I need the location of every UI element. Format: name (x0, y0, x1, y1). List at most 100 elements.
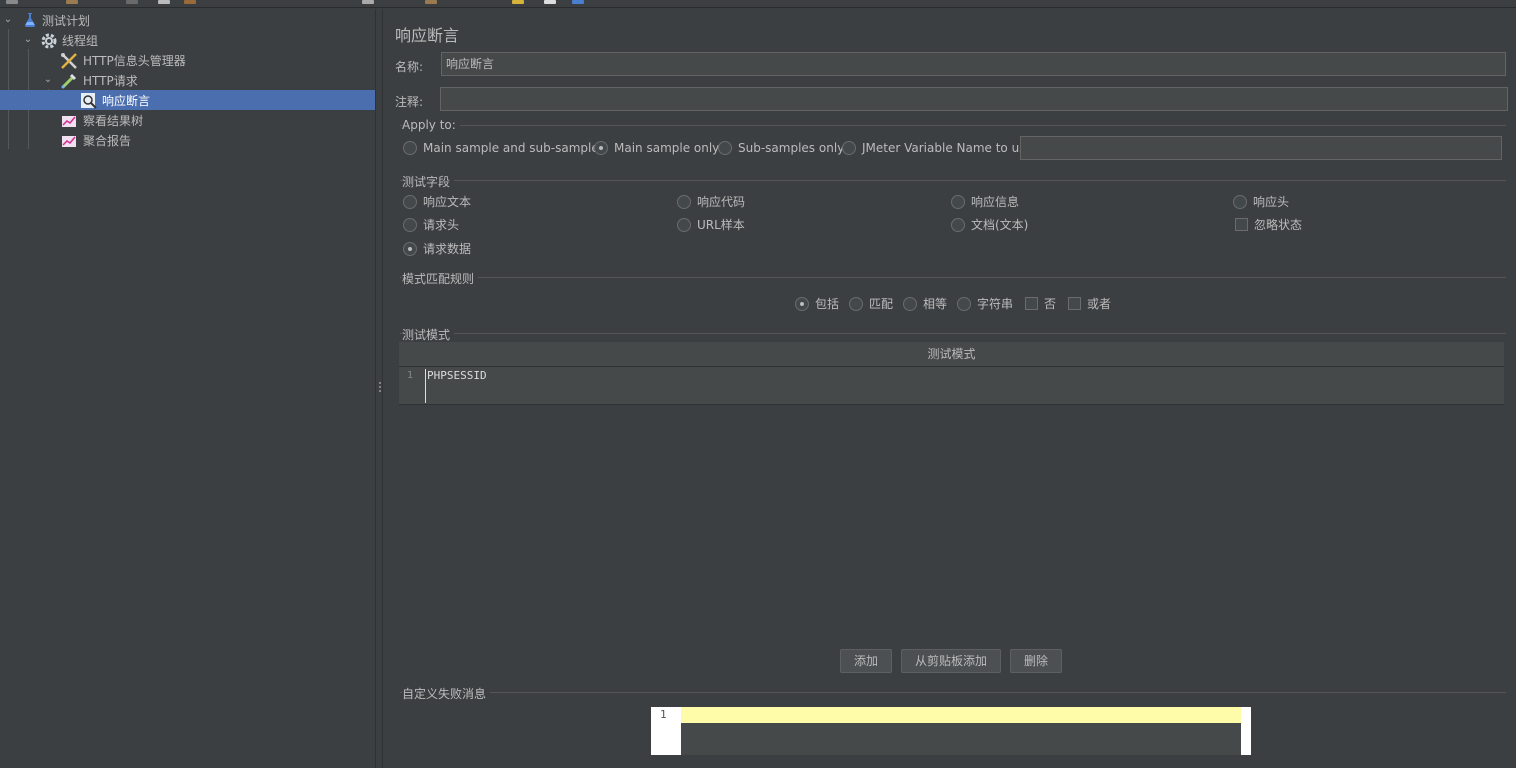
field-request-data-radio[interactable]: 请求数据 (403, 240, 471, 257)
field-response-text-radio[interactable]: 响应文本 (403, 193, 471, 210)
radio-button[interactable] (1233, 194, 1247, 209)
chevron-down-icon[interactable]: ⌄ (22, 34, 34, 46)
section-divider (400, 277, 1506, 278)
apply-main-only-radio[interactable]: Main sample only (594, 141, 719, 155)
radio-button[interactable] (403, 141, 417, 155)
line-number: 1 (660, 708, 667, 721)
radio-button[interactable] (403, 217, 417, 232)
pattern-cell[interactable]: PHPSESSID (427, 369, 487, 382)
name-input[interactable]: 响应断言 (441, 52, 1506, 76)
field-document-radio[interactable]: 文档(文本) (951, 216, 1028, 233)
chevron-down-icon[interactable]: ⌄ (2, 14, 14, 26)
radio-button[interactable] (957, 296, 971, 311)
radio-button[interactable] (951, 194, 965, 209)
field-url-sample-radio[interactable]: URL样本 (677, 216, 745, 233)
radio-button[interactable] (677, 194, 691, 209)
text-caret (425, 369, 426, 403)
patterns-title: 测试模式 (402, 326, 455, 343)
toolbar-icon[interactable] (425, 0, 437, 4)
field-response-headers-radio[interactable]: 响应头 (1233, 193, 1289, 210)
radio-button[interactable] (951, 217, 965, 232)
tree-item-http-request[interactable]: ⌄ HTTP请求 (0, 70, 375, 90)
toolbar-icon[interactable] (126, 0, 138, 4)
test-field-title: 测试字段 (402, 173, 455, 190)
tree-item-header-manager[interactable]: HTTP信息头管理器 (0, 50, 375, 70)
checkbox[interactable] (1235, 218, 1248, 231)
editor-body[interactable] (681, 723, 1241, 755)
option-label: 忽略状态 (1254, 218, 1303, 232)
current-line-highlight[interactable] (681, 707, 1241, 723)
tree-item-thread-group[interactable]: ⌄ 线程组 (0, 30, 375, 50)
checkbox[interactable] (1025, 297, 1038, 310)
option-label: 包括 (815, 297, 840, 311)
editor-gutter: 1 (651, 707, 681, 755)
checkbox[interactable] (1068, 297, 1081, 310)
option-label: 否 (1044, 297, 1057, 311)
radio-button[interactable] (903, 296, 917, 311)
tree-item-test-plan[interactable]: ⌄ 测试计划 (0, 10, 375, 30)
rule-contains-radio[interactable]: 包括 (795, 295, 839, 312)
apply-main-and-sub-radio[interactable]: Main sample and sub-samples (403, 141, 605, 155)
add-button[interactable]: 添加 (840, 649, 892, 673)
delete-button[interactable]: 删除 (1010, 649, 1062, 673)
failure-message-title: 自定义失败消息 (402, 685, 491, 702)
toolbar-icon[interactable] (66, 0, 78, 4)
page-title: 响应断言 (395, 26, 460, 45)
panel-splitter[interactable] (375, 9, 383, 768)
radio-button[interactable] (718, 141, 732, 155)
wrench-icon (60, 52, 77, 69)
tree-item-aggregate-report[interactable]: 聚合报告 (0, 130, 375, 150)
patterns-table[interactable]: 1 PHPSESSID (399, 367, 1504, 405)
radio-button-selected[interactable] (594, 141, 608, 155)
apply-to-title: Apply to: (402, 118, 460, 132)
option-label: 响应文本 (423, 195, 472, 209)
rule-not-checkbox[interactable]: 否 (1025, 295, 1056, 312)
tree-item-label: 测试计划 (42, 13, 91, 28)
field-response-code-radio[interactable]: 响应代码 (677, 193, 745, 210)
add-from-clipboard-button[interactable]: 从剪贴板添加 (901, 649, 1001, 673)
toolbar (0, 0, 1516, 8)
failure-message-editor[interactable]: 1 (651, 707, 1251, 755)
section-divider (400, 692, 1506, 693)
comment-input[interactable] (440, 87, 1508, 111)
tree-item-view-results-tree[interactable]: 察看结果树 (0, 110, 375, 130)
tree-item-response-assertion[interactable]: 响应断言 (0, 90, 375, 110)
name-label: 名称: (395, 60, 424, 74)
toolbar-icon[interactable] (158, 0, 170, 4)
toolbar-icon[interactable] (184, 0, 196, 4)
option-label: 相等 (923, 297, 948, 311)
apply-sub-only-radio[interactable]: Sub-samples only (718, 141, 844, 155)
chevron-down-icon[interactable]: ⌄ (42, 74, 54, 86)
option-label: 或者 (1087, 297, 1112, 311)
toolbar-icon[interactable] (362, 0, 374, 4)
option-label: Main sample only (614, 141, 720, 155)
section-divider (400, 180, 1506, 181)
splitter-grip (379, 382, 381, 384)
field-request-headers-radio[interactable]: 请求头 (403, 216, 459, 233)
test-plan-tree[interactable]: ⌄ 测试计划 ⌄ 线程组 HTTP信息头管理器 ⌄ HTTP请求 响应断言 察看… (0, 9, 375, 768)
rule-or-checkbox[interactable]: 或者 (1068, 295, 1111, 312)
apply-variable-radio[interactable]: JMeter Variable Name to use (842, 141, 1033, 155)
radio-button[interactable] (677, 217, 691, 232)
toolbar-icon[interactable] (512, 0, 524, 4)
patterns-column-header[interactable]: 测试模式 (399, 342, 1504, 367)
field-response-message-radio[interactable]: 响应信息 (951, 193, 1019, 210)
rule-equals-radio[interactable]: 相等 (903, 295, 947, 312)
radio-button[interactable] (403, 194, 417, 209)
radio-button[interactable] (849, 296, 863, 311)
rule-matches-radio[interactable]: 匹配 (849, 295, 893, 312)
radio-button-selected[interactable] (795, 296, 809, 311)
ignore-status-checkbox[interactable]: 忽略状态 (1235, 216, 1302, 233)
radio-button-selected[interactable] (403, 241, 417, 256)
variable-name-input[interactable] (1020, 136, 1502, 160)
toolbar-icon[interactable] (572, 0, 584, 4)
radio-button[interactable] (842, 141, 856, 155)
pattern-rules-title: 模式匹配规则 (402, 270, 479, 287)
gear-icon (40, 32, 57, 49)
toolbar-icon[interactable] (6, 0, 18, 4)
rule-substring-radio[interactable]: 字符串 (957, 295, 1013, 312)
option-label: 响应头 (1253, 195, 1290, 209)
option-label: 响应信息 (971, 195, 1020, 209)
option-label: 请求头 (423, 218, 460, 232)
toolbar-icon[interactable] (544, 0, 556, 4)
